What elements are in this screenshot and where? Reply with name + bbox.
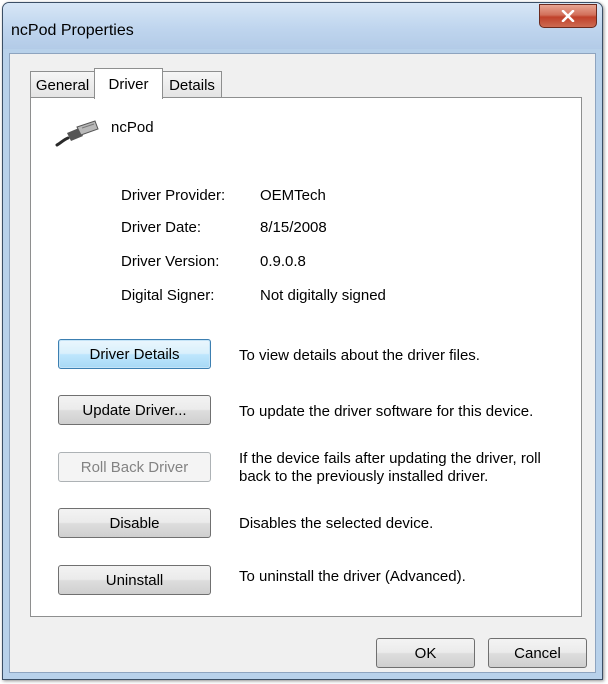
update-driver-description: To update the driver software for this d… bbox=[239, 403, 534, 420]
properties-window: ncPod Properties General Driver Details … bbox=[2, 2, 603, 680]
close-button[interactable] bbox=[539, 4, 597, 28]
update-driver-button[interactable]: Update Driver... bbox=[58, 395, 211, 425]
disable-description: Disables the selected device. bbox=[239, 515, 434, 532]
tab-driver[interactable]: Driver bbox=[94, 68, 163, 99]
title-bar[interactable]: ncPod Properties bbox=[3, 3, 602, 49]
driver-provider-label: Driver Provider: bbox=[121, 187, 226, 204]
close-icon bbox=[561, 10, 575, 22]
driver-details-description: To view details about the driver files. bbox=[239, 347, 480, 364]
dialog-body: General Driver Details ncPod Driver Prov… bbox=[9, 53, 596, 673]
disable-button[interactable]: Disable bbox=[58, 508, 211, 538]
roll-back-driver-button: Roll Back Driver bbox=[58, 452, 211, 482]
driver-version-label: Driver Version: bbox=[121, 253, 220, 270]
usb-cable-icon bbox=[55, 120, 99, 147]
driver-version-value: 0.9.0.8 bbox=[260, 253, 306, 270]
window-title: ncPod Properties bbox=[11, 22, 134, 39]
tab-general[interactable]: General bbox=[30, 71, 95, 98]
cancel-button[interactable]: Cancel bbox=[488, 638, 587, 668]
ok-button[interactable]: OK bbox=[376, 638, 475, 668]
driver-details-button[interactable]: Driver Details bbox=[58, 339, 211, 369]
driver-date-value: 8/15/2008 bbox=[260, 219, 327, 236]
driver-tab-panel: ncPod Driver Provider: OEMTech Driver Da… bbox=[30, 97, 582, 617]
tab-details[interactable]: Details bbox=[162, 71, 222, 98]
device-name: ncPod bbox=[111, 119, 154, 136]
digital-signer-label: Digital Signer: bbox=[121, 287, 215, 304]
uninstall-description: To uninstall the driver (Advanced). bbox=[239, 568, 466, 585]
driver-provider-value: OEMTech bbox=[260, 187, 326, 204]
roll-back-driver-description: If the device fails after updating the d… bbox=[239, 450, 541, 485]
driver-date-label: Driver Date: bbox=[121, 219, 202, 236]
uninstall-button[interactable]: Uninstall bbox=[58, 565, 211, 595]
digital-signer-value: Not digitally signed bbox=[260, 287, 386, 304]
